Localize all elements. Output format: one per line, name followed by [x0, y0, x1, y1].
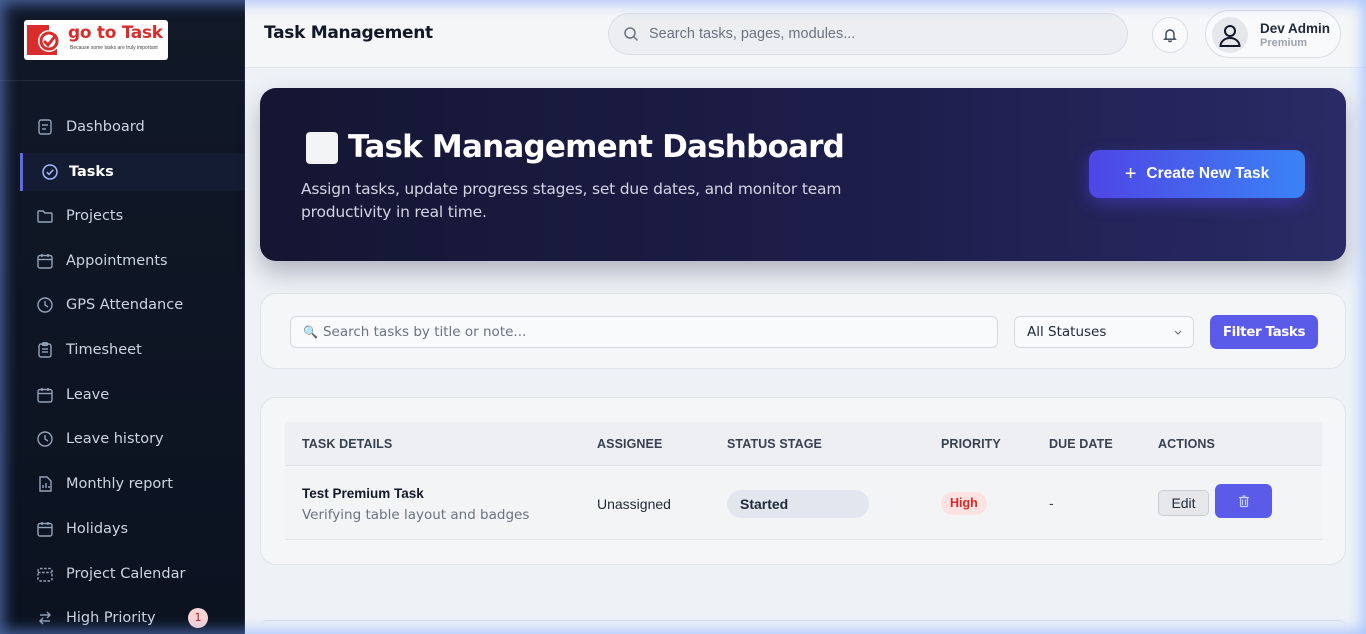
task-note: Verifying table layout and badges — [302, 507, 530, 523]
task-due-date: - — [1049, 495, 1054, 511]
report-icon — [39, 476, 52, 492]
user-plan: Premium — [1260, 37, 1308, 49]
sidebar-item-label: Leave — [66, 386, 110, 403]
search-icon — [624, 27, 639, 42]
bell-icon — [1163, 29, 1177, 43]
brand-logo[interactable]: go to Task Because some tasks are truly … — [24, 20, 168, 60]
sidebar-item-gps-attendance[interactable]: GPS Attendance — [0, 283, 244, 328]
status-badge[interactable]: Started — [727, 490, 869, 518]
magnifier-icon: 🔍 — [303, 325, 318, 339]
edit-task-button[interactable]: Edit — [1158, 490, 1209, 516]
chevron-down-icon — [1174, 330, 1182, 335]
sidebar-item-tasks[interactable]: Tasks — [20, 152, 244, 191]
filter-tasks-button[interactable]: Filter Tasks — [1210, 315, 1318, 349]
clock-icon — [37, 297, 53, 314]
dashboard-icon — [38, 119, 52, 136]
table-header: TASK DETAILS ASSIGNEE STATUS STAGE PRIOR… — [285, 422, 1322, 466]
col-due-date[interactable]: DUE DATE — [1049, 437, 1113, 451]
create-new-task-button[interactable]: + Create New Task — [1089, 150, 1305, 198]
plus-icon: + — [1124, 162, 1137, 185]
avatar — [1212, 17, 1248, 53]
user-icon — [1219, 25, 1241, 47]
status-select[interactable]: All Statuses — [1014, 316, 1194, 348]
sidebar-item-projects[interactable]: Projects — [0, 194, 244, 239]
hero-title: Task Management Dashboard — [348, 129, 845, 165]
calendar-icon — [37, 387, 53, 403]
high-priority-count-badge: 1 — [188, 608, 208, 629]
calendar-icon — [37, 253, 53, 269]
sidebar-item-label: Project Calendar — [66, 565, 186, 582]
priority-badge: High — [941, 492, 987, 515]
sidebar-item-label: GPS Attendance — [66, 297, 184, 314]
calendar-icon — [37, 521, 53, 537]
task-search[interactable]: 🔍 — [290, 316, 998, 348]
sidebar: go to Task Because some tasks are truly … — [0, 0, 245, 634]
logo-area: go to Task Because some tasks are truly … — [0, 0, 244, 81]
sidebar-item-dashboard[interactable]: Dashboard — [0, 105, 244, 150]
next-card-edge — [260, 620, 1346, 634]
logo-tagline: Because some tasks are truly important — [70, 45, 158, 51]
clipboard-icon — [38, 342, 52, 358]
sidebar-nav: Dashboard Tasks Projects Appointments GP… — [0, 81, 244, 634]
sidebar-item-label: Dashboard — [66, 119, 145, 136]
sidebar-item-label: Leave history — [66, 431, 164, 448]
sidebar-item-leave-history[interactable]: Leave history — [0, 417, 244, 462]
trash-icon — [1238, 495, 1249, 508]
sidebar-item-holidays[interactable]: Holidays — [0, 507, 244, 552]
clock-icon — [37, 431, 53, 448]
hero-subtitle: Assign tasks, update progress stages, se… — [301, 180, 842, 221]
col-task-details[interactable]: TASK DETAILS — [302, 437, 392, 451]
sidebar-item-project-calendar[interactable]: Project Calendar — [0, 551, 244, 596]
notifications-button[interactable] — [1152, 17, 1188, 53]
sidebar-item-label: Projects — [66, 208, 124, 225]
col-status-stage[interactable]: STATUS STAGE — [727, 437, 822, 451]
task-assignee: Unassigned — [597, 496, 671, 512]
sidebar-item-label: Holidays — [66, 520, 129, 537]
sidebar-item-label: High Priority — [66, 610, 156, 627]
swap-arrows-icon — [39, 611, 51, 625]
folder-icon — [37, 210, 53, 223]
sidebar-item-timesheet[interactable]: Timesheet — [0, 328, 244, 373]
global-search[interactable] — [608, 13, 1128, 55]
sidebar-item-label: Timesheet — [66, 342, 142, 359]
global-search-input[interactable] — [649, 26, 1089, 42]
hero-banner: Task Management Dashboard Assign tasks, … — [260, 88, 1346, 261]
page-title: Task Management — [264, 23, 433, 43]
sidebar-item-appointments[interactable]: Appointments — [0, 238, 244, 283]
col-assignee[interactable]: ASSIGNEE — [597, 437, 662, 451]
hero-square-icon — [306, 132, 338, 164]
check-circle-icon — [42, 163, 58, 180]
sidebar-item-monthly-report[interactable]: Monthly report — [0, 462, 244, 507]
table-row[interactable]: Test Premium Task Verifying table layout… — [285, 467, 1322, 540]
task-title[interactable]: Test Premium Task — [302, 486, 424, 501]
status-select-value: All Statuses — [1027, 324, 1107, 340]
logo-text: go to Task — [68, 23, 163, 43]
tasks-table-card: TASK DETAILS ASSIGNEE STATUS STAGE PRIOR… — [260, 397, 1346, 565]
user-menu[interactable]: Dev Admin Premium — [1205, 10, 1341, 58]
sidebar-item-label: Tasks — [69, 163, 114, 180]
logo-mark-icon — [27, 25, 60, 55]
sidebar-item-leave[interactable]: Leave — [0, 372, 244, 417]
sidebar-item-label: Appointments — [66, 252, 168, 269]
user-name: Dev Admin — [1260, 21, 1331, 36]
topbar: Task Management Dev Admin Premium — [245, 0, 1366, 68]
task-search-input[interactable] — [322, 324, 983, 340]
col-actions: ACTIONS — [1158, 437, 1215, 451]
col-priority[interactable]: PRIORITY — [941, 437, 1001, 451]
sidebar-item-high-priority[interactable]: High Priority 1 — [0, 596, 244, 634]
filter-card: 🔍 All Statuses Filter Tasks — [260, 293, 1346, 369]
create-button-label: Create New Task — [1146, 165, 1270, 182]
sidebar-item-label: Monthly report — [66, 476, 173, 493]
calendar-dashed-icon — [37, 567, 53, 582]
delete-task-button[interactable] — [1215, 484, 1272, 518]
